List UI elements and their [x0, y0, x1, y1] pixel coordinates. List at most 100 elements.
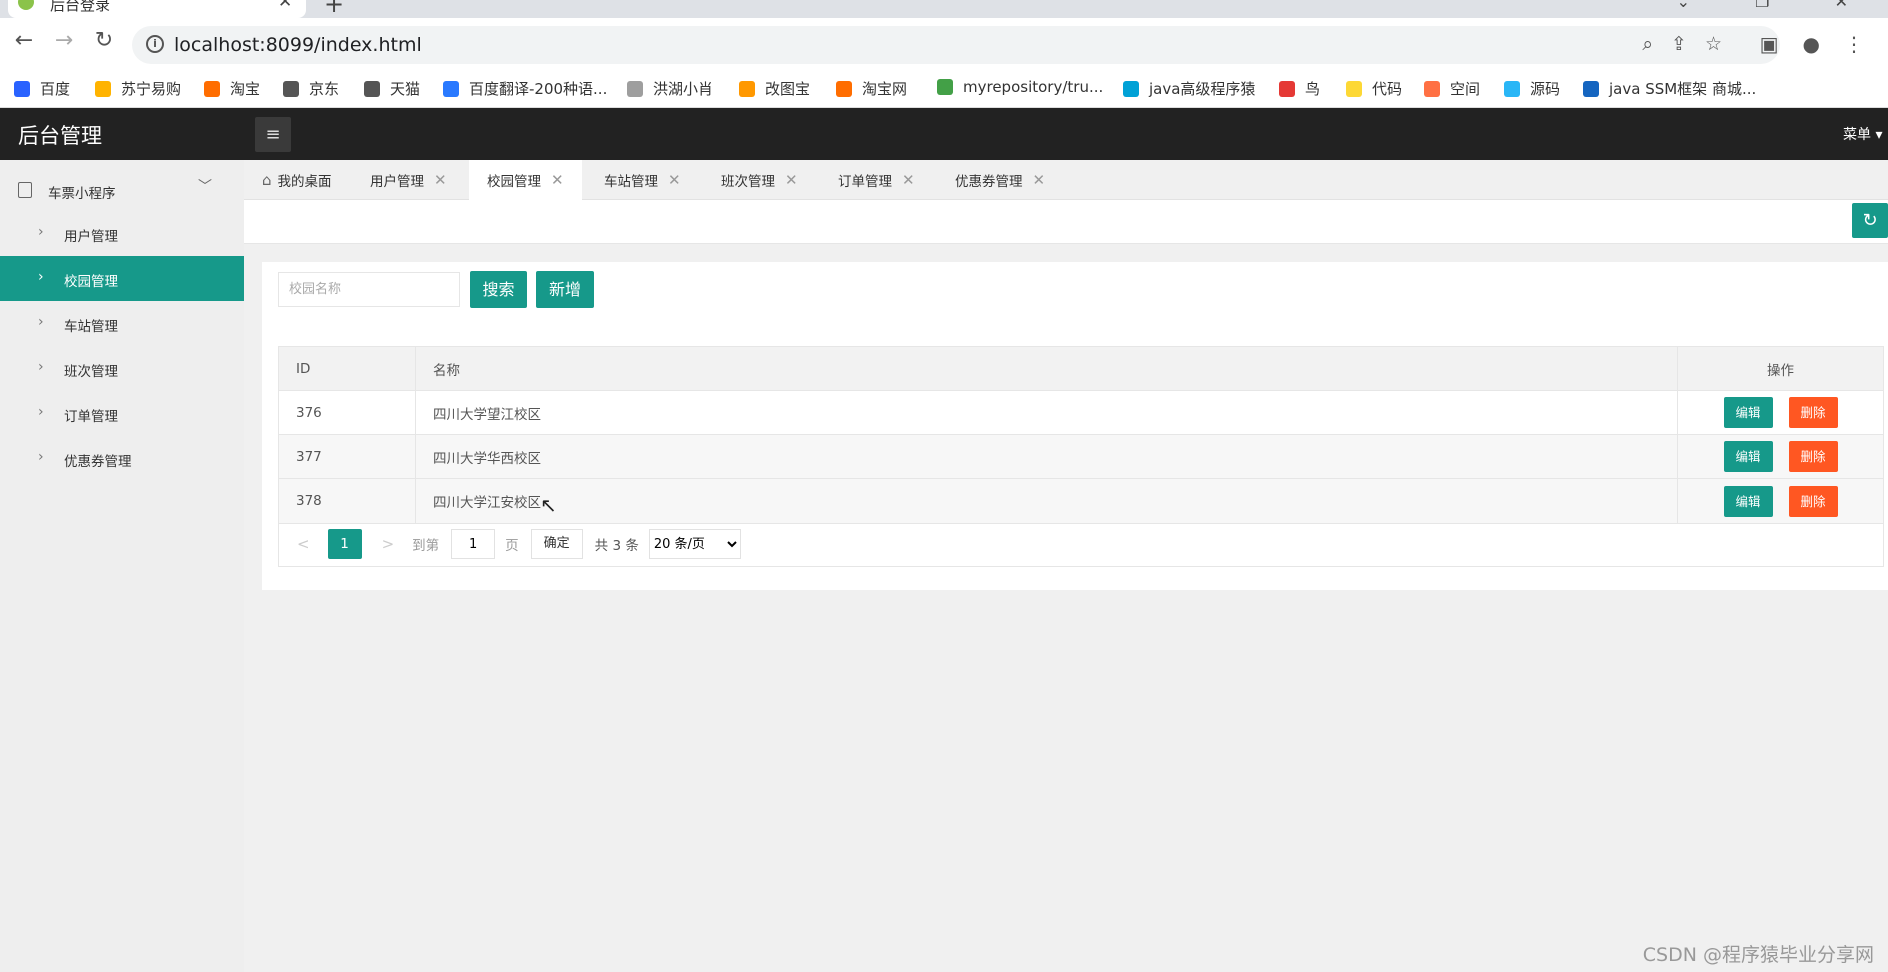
sidebar-item-coupons[interactable]: › 优惠券管理 [0, 436, 244, 481]
next-page-icon[interactable]: > [382, 535, 395, 553]
forward-icon[interactable]: → [50, 28, 78, 53]
bookmark-favicon-icon [836, 80, 852, 97]
table-row: 377 四川大学华西校区 编辑 删除 [279, 435, 1883, 479]
tab-stations[interactable]: 车站管理 ✕ [586, 160, 699, 200]
sidebar-item-users[interactable]: › 用户管理 [0, 211, 244, 256]
cell-name: 四川大学江安校区 [416, 479, 1678, 523]
bookmark-item[interactable]: java SSM框架 商城... [1583, 78, 1756, 99]
delete-button[interactable]: 删除 [1788, 485, 1838, 517]
bookmark-favicon-icon [627, 80, 643, 97]
tab-users[interactable]: 用户管理 ✕ [352, 160, 465, 200]
close-icon[interactable]: ✕ [785, 171, 798, 189]
page-size-select[interactable]: 20 条/页 [648, 529, 741, 559]
sidebar-item-schedules[interactable]: › 班次管理 [0, 346, 244, 391]
tab-label: 班次管理 [721, 174, 775, 190]
bookmark-favicon-icon [364, 80, 380, 97]
bookmark-item[interactable]: 天猫 [364, 78, 420, 99]
bookmark-label: 百度 [40, 80, 71, 98]
bookmark-label: 代码 [1372, 80, 1403, 98]
edit-button[interactable]: 编辑 [1723, 441, 1773, 472]
chevron-down-icon[interactable]: ﹀ [198, 176, 212, 196]
current-page-button[interactable]: 1 [327, 529, 362, 559]
table-row: 376 四川大学望江校区 编辑 删除 [279, 391, 1883, 435]
bookmark-label: 百度翻译-200种语... [469, 80, 608, 98]
sidebar-item-label: 用户管理 [64, 229, 118, 245]
tab-coupons[interactable]: 优惠券管理 ✕ [937, 160, 1063, 200]
cell-id: 376 [279, 391, 416, 434]
campus-name-search-input[interactable] [278, 272, 460, 307]
site-info-icon[interactable]: i [146, 35, 164, 53]
bookmark-item[interactable]: 苏宁易购 [95, 78, 181, 99]
goto-page-input[interactable] [451, 529, 496, 559]
tab-orders[interactable]: 订单管理 ✕ [820, 160, 933, 200]
bookmark-item[interactable]: 淘宝 [204, 78, 260, 99]
tab-close-icon[interactable]: ✕ [278, 0, 292, 12]
cell-id: 378 [279, 479, 416, 523]
bookmark-favicon-icon [1504, 80, 1520, 97]
cell-ops: 编辑 删除 [1678, 391, 1883, 434]
close-icon[interactable]: ✕ [434, 171, 447, 189]
extension-icons[interactable]: ▣●⋮ [1760, 32, 1888, 56]
bookmark-item[interactable]: myrepository/tru... [937, 78, 1103, 96]
sidebar-item-campus[interactable]: › 校园管理 [0, 256, 244, 301]
goto-confirm-button[interactable]: 确定 [530, 529, 583, 559]
bookmark-label: myrepository/tru... [963, 78, 1104, 96]
bookmark-item[interactable]: 空间 [1424, 78, 1480, 99]
bookmark-label: 淘宝网 [862, 80, 908, 98]
sidebar-item-orders[interactable]: › 订单管理 [0, 391, 244, 436]
address-bar-actions-icon[interactable]: ⌕⇪☆ [1642, 33, 1740, 55]
bookmark-item[interactable]: 源码 [1504, 78, 1560, 99]
window-controls-icon[interactable]: ⌄ ❐ ✕ [1677, 0, 1878, 11]
bookmark-item[interactable]: 改图宝 [739, 78, 810, 99]
cell-id: 377 [279, 435, 416, 478]
bookmark-item[interactable]: java高级程序猿 [1123, 78, 1255, 99]
refresh-icon[interactable]: ↻ [1852, 203, 1888, 238]
close-icon[interactable]: ✕ [668, 171, 681, 189]
url-text[interactable]: localhost:8099/index.html [174, 34, 422, 56]
bookmark-label: 源码 [1530, 80, 1561, 98]
bookmark-label: 天猫 [390, 80, 421, 98]
new-tab-button[interactable]: + [324, 0, 344, 18]
bookmark-item[interactable]: 百度 [14, 78, 70, 99]
search-button[interactable]: 搜索 [470, 271, 527, 308]
column-header-id: ID [279, 347, 416, 390]
table-header-row: ID 名称 操作 [279, 347, 1883, 391]
bookmark-favicon-icon [739, 80, 755, 97]
bookmark-favicon-icon [283, 80, 299, 97]
edit-button[interactable]: 编辑 [1723, 397, 1773, 428]
bookmark-favicon-icon [937, 79, 953, 95]
bookmark-item[interactable]: 洪湖小肖 [627, 78, 713, 99]
menu-toggle-button[interactable]: ≡ [255, 117, 291, 152]
close-icon[interactable]: ✕ [551, 171, 564, 189]
chevron-right-icon: › [38, 449, 44, 465]
campus-table: ID 名称 操作 376 四川大学望江校区 编辑 删除 377 四川大学华西校区 … [278, 346, 1884, 524]
tab-label: 订单管理 [838, 174, 892, 190]
prev-page-icon[interactable]: < [297, 535, 310, 553]
delete-button[interactable]: 删除 [1788, 441, 1838, 472]
sidebar-item-stations[interactable]: › 车站管理 [0, 301, 244, 346]
bookmark-item[interactable]: 百度翻译-200种语... [443, 78, 607, 99]
tab-schedules[interactable]: 班次管理 ✕ [703, 160, 816, 200]
bookmark-item[interactable]: 鸟 [1279, 78, 1320, 99]
table-row: 378 四川大学江安校区 编辑 删除 [279, 479, 1883, 523]
sidebar-item-label: 订单管理 [64, 409, 118, 425]
bookmark-item[interactable]: 淘宝网 [836, 78, 907, 99]
sidebar-item-label: 班次管理 [64, 364, 118, 380]
delete-button[interactable]: 删除 [1788, 397, 1838, 428]
bookmark-item[interactable]: 代码 [1346, 78, 1402, 99]
bookmark-favicon-icon [14, 80, 30, 97]
edit-button[interactable]: 编辑 [1723, 485, 1773, 517]
tab-desktop[interactable]: ⌂ 我的桌面 [244, 160, 350, 200]
close-icon[interactable]: ✕ [902, 171, 915, 189]
reload-icon[interactable]: ↻ [90, 28, 118, 53]
tab-campus[interactable]: 校园管理 ✕ [469, 160, 582, 200]
bookmark-label: java高级程序猿 [1149, 80, 1256, 98]
bookmark-item[interactable]: 京东 [283, 78, 339, 99]
chevron-right-icon: › [38, 314, 44, 330]
back-icon[interactable]: ← [10, 28, 38, 53]
close-icon[interactable]: ✕ [1033, 171, 1046, 189]
add-button[interactable]: 新增 [536, 271, 594, 308]
bookmark-favicon-icon [1279, 80, 1295, 97]
home-icon: ⌂ [262, 171, 272, 189]
header-menu-dropdown[interactable]: 菜单 ▾ [1843, 124, 1882, 144]
